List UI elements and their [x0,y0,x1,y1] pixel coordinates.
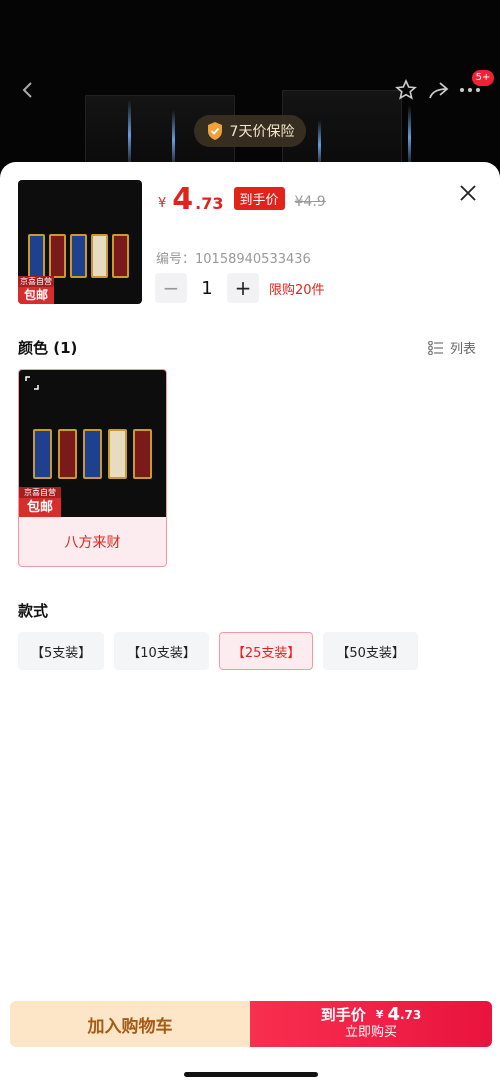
decrease-button[interactable]: − [155,273,187,303]
close-button[interactable] [455,180,481,206]
original-price: ¥4.9 [294,194,326,210]
quantity-value[interactable]: 1 [193,278,221,299]
list-view-label: 列表 [450,342,477,357]
close-icon [460,185,476,201]
final-price-tag: 到手价 [233,187,285,210]
color-section-title: 颜色 (1) [18,339,78,357]
self-operated-badge: 京喜自营 包邮 [19,487,61,517]
back-button[interactable] [14,76,42,104]
style-option-5[interactable]: 【5支装】 [18,632,105,670]
buy-now-button[interactable]: 到手价 ¥ 4 .73 立即购买 [250,1001,492,1047]
buy-price-integer: 4 [387,1004,400,1025]
add-to-cart-button[interactable]: 加入购物车 [10,1001,250,1047]
buy-price-line: 到手价 ¥ 4 .73 [320,1004,422,1025]
price-guarantee-pill[interactable]: 7天价保险 [194,115,306,147]
price-row: ¥ 4 .73 到手价 ¥4.9 [158,184,326,216]
share-button[interactable] [424,76,452,104]
shield-check-icon [207,122,222,140]
buy-price-decimal: .73 [399,1008,422,1022]
buy-price-prefix: 到手价 [320,1006,366,1024]
style-option-25[interactable]: 【25支装】 [218,632,314,670]
home-indicator [184,1072,318,1077]
share-icon [429,82,449,99]
list-icon [428,340,443,355]
color-option-name: 八方来财 [64,534,121,551]
style-option-50[interactable]: 【50支装】 [323,632,418,670]
style-options: 【5支装】 【10支装】 【25支装】 【50支装】 [18,632,418,670]
lighter-product-image [33,429,152,479]
increase-button[interactable]: + [227,273,259,303]
currency-symbol: ¥ [158,196,167,211]
buy-now-label: 立即购买 [344,1025,397,1040]
lighter-product-image [28,234,129,278]
style-section-title: 款式 [18,602,49,620]
product-thumbnail[interactable]: 京喜自营 包邮 [18,180,142,304]
price-decimal: .73 [195,194,224,213]
star-icon [395,79,417,100]
price-integer: 4 [172,182,194,217]
color-option-image: 京喜自营 包邮 [19,370,166,517]
favorite-button[interactable] [392,76,420,104]
chevron-left-icon [22,82,32,98]
quantity-stepper: − 1 + 限购20件 [155,273,325,303]
self-operated-badge: 京喜自营 包邮 [18,276,54,304]
sku-number: 编号：10158940533436 [156,252,311,267]
sku-selection-sheet: 京喜自营 包邮 ¥ 4 .73 到手价 ¥4.9 编号：101589405334… [0,162,500,1087]
guarantee-text: 7天价保险 [229,124,295,140]
list-view-toggle[interactable]: 列表 [428,338,476,357]
style-option-10[interactable]: 【10支装】 [114,632,209,670]
more-icon [460,88,480,92]
expand-icon[interactable] [25,376,39,390]
purchase-limit: 限购20件 [269,282,325,298]
bottom-action-bar: 加入购物车 到手价 ¥ 4 .73 立即购买 [10,1001,492,1047]
message-count-badge: 5+ [472,70,494,86]
color-option-card[interactable]: 京喜自营 包邮 八方来财 [18,369,167,567]
buy-currency: ¥ [375,1008,384,1021]
